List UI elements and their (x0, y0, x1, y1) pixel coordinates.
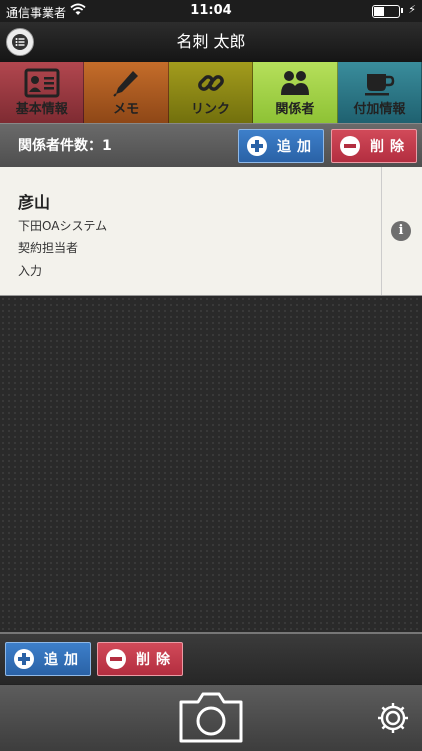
contact-role: 契約担当者 (18, 241, 79, 255)
related-count: 関係者件数：1 (18, 138, 112, 154)
tab-link[interactable]: リンク (168, 62, 254, 123)
add-label: 追加 (277, 139, 317, 155)
battery-tip (401, 8, 403, 13)
related-contact-card[interactable]: 彦山 下田OAシステム 契約担当者 入力 i (0, 167, 422, 296)
info-column: i (381, 167, 422, 295)
contact-company: 下田OAシステム (18, 219, 108, 233)
bottom-delete-button[interactable]: 削除 (97, 642, 183, 676)
tab-label: メモ (113, 102, 140, 117)
tab-related-people[interactable]: 関係者 (253, 62, 338, 123)
cup-icon (365, 74, 395, 96)
add-related-button[interactable]: 追加 (238, 129, 324, 163)
battery-icon (372, 5, 400, 18)
tab-basic-info[interactable]: 基本情報 (0, 62, 85, 123)
tab-label: 付加情報 (353, 102, 406, 117)
tab-label: 基本情報 (15, 102, 68, 117)
status-bar: 通信事業者 11:04 ⚡ (0, 0, 422, 22)
list-background (0, 296, 422, 632)
charging-icon: ⚡ (408, 3, 416, 16)
bottom-toolbar (0, 684, 422, 751)
page-title: 名刺 太郎 (176, 32, 246, 51)
delete-label: 削除 (370, 139, 410, 155)
plus-icon (247, 136, 267, 156)
camera-icon[interactable] (178, 690, 244, 744)
tab-memo[interactable]: メモ (84, 62, 169, 123)
bottom-action-bar: 追加 削除 (0, 632, 422, 686)
add-label: 追加 (44, 652, 84, 668)
id-card-icon (24, 68, 60, 98)
link-icon (197, 75, 224, 91)
clock: 11:04 (190, 3, 232, 18)
contact-note: 入力 (18, 264, 43, 278)
bottom-add-button[interactable]: 追加 (5, 642, 91, 676)
tab-label: 関係者 (275, 102, 315, 117)
people-icon (280, 71, 309, 95)
tab-label: リンク (191, 102, 231, 117)
gear-icon[interactable] (376, 701, 410, 735)
minus-icon (340, 136, 360, 156)
delete-label: 削除 (136, 652, 176, 668)
tab-extra-info[interactable]: 付加情報 (337, 62, 422, 123)
minus-icon (106, 649, 126, 669)
nav-bar: 名刺 太郎 (0, 22, 422, 63)
delete-related-button[interactable]: 削除 (331, 129, 417, 163)
plus-icon (14, 649, 34, 669)
tab-bar: 基本情報 メモ リンク 関係者 付加情報 (0, 62, 422, 123)
info-icon[interactable]: i (391, 221, 411, 241)
contact-name: 彦山 (18, 193, 51, 212)
related-header: 関係者件数：1 追加 削除 (0, 123, 422, 168)
pen-icon (113, 71, 139, 97)
